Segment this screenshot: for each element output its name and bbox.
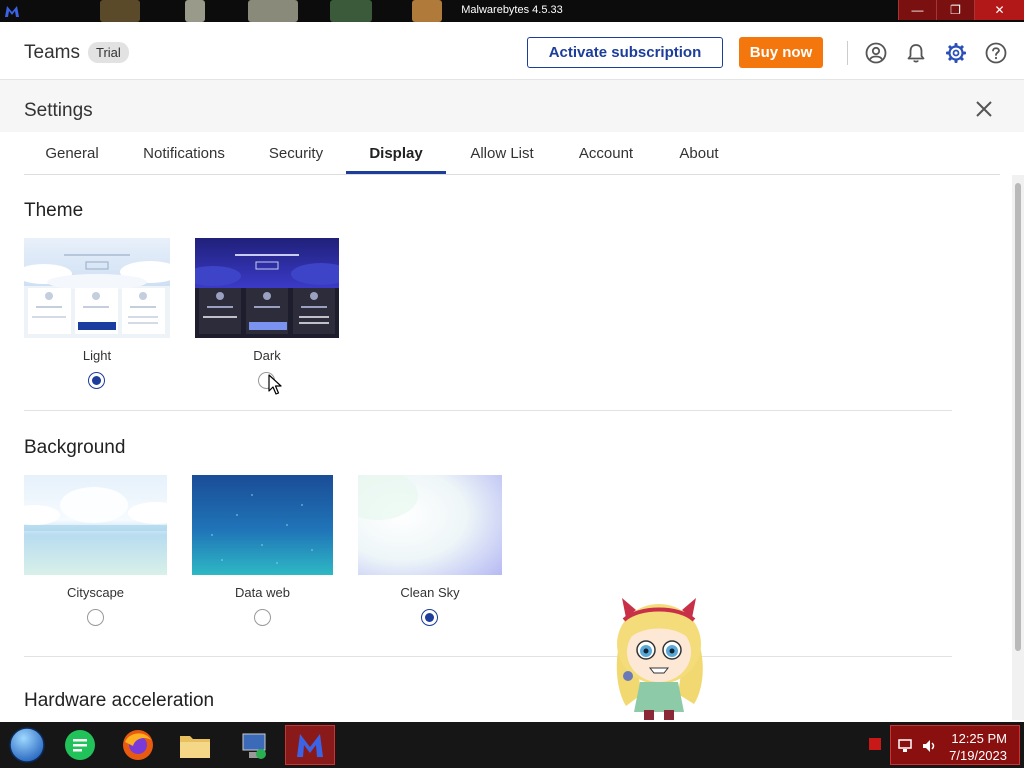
notes-app-icon	[65, 730, 95, 760]
active-tab-indicator	[346, 171, 446, 174]
tray-alert-icon[interactable]	[869, 738, 881, 750]
window-title: Malwarebytes 4.5.33	[461, 4, 563, 16]
scrollbar-thumb[interactable]	[1015, 183, 1021, 651]
theme-light-label: Light	[82, 348, 112, 363]
mouse-cursor-icon	[268, 374, 282, 395]
malwarebytes-icon	[297, 734, 323, 757]
tab-allow-list[interactable]: Allow List	[454, 132, 550, 174]
taskbar-network-app[interactable]	[229, 725, 279, 765]
hardware-acceleration-title: Hardware acceleration	[24, 690, 215, 711]
minimize-button[interactable]: —	[898, 0, 936, 20]
tab-general[interactable]: General	[24, 132, 120, 174]
clock-date[interactable]: 7/19/2023	[949, 748, 1007, 763]
background-data-web-radio[interactable]	[254, 609, 271, 626]
activate-subscription-button[interactable]: Activate subscription	[527, 37, 723, 68]
section-divider	[24, 410, 952, 411]
tab-account[interactable]: Account	[564, 132, 648, 174]
trial-badge: Trial	[88, 42, 129, 63]
header-separator	[847, 41, 848, 65]
background-data-web-thumbnail[interactable]	[192, 475, 333, 575]
system-tray: 12:25 PM 7/19/2023	[890, 725, 1020, 765]
gear-icon[interactable]	[945, 42, 967, 64]
close-settings-icon[interactable]	[974, 99, 994, 119]
app-header: Teams Trial Activate subscription Buy no…	[0, 22, 1024, 80]
settings-tabs: General Notifications Security Display A…	[24, 132, 1000, 175]
volume-icon[interactable]	[921, 738, 937, 754]
close-window-button[interactable]: ✕	[974, 0, 1024, 20]
start-orb-icon	[9, 727, 45, 763]
display-settings-panel: Theme Light Dark Background Cityscape Da…	[0, 175, 1012, 720]
tab-notifications[interactable]: Notifications	[130, 132, 238, 174]
settings-title: Settings	[24, 100, 93, 121]
firefox-icon	[123, 730, 153, 760]
section-divider	[24, 656, 952, 657]
window-controls: — ❐ ✕	[898, 0, 1024, 22]
buy-now-button[interactable]: Buy now	[739, 37, 823, 68]
background-clean-sky-radio[interactable]	[421, 609, 438, 626]
taskbar-firefox[interactable]	[113, 725, 163, 765]
background-cityscape-thumbnail[interactable]	[24, 475, 167, 575]
tab-display[interactable]: Display	[346, 132, 446, 174]
background-data-web-label: Data web	[235, 585, 290, 600]
background-section-title: Background	[24, 437, 126, 458]
theme-light-thumbnail[interactable]	[24, 238, 170, 338]
background-cityscape-label: Cityscape	[66, 585, 125, 600]
theme-light-radio[interactable]	[88, 372, 105, 389]
desktop-mascot-character	[616, 598, 703, 720]
background-clean-sky-thumbnail[interactable]	[358, 475, 502, 575]
bell-icon[interactable]	[905, 42, 927, 64]
network-computer-icon	[242, 733, 266, 759]
clock-time[interactable]: 12:25 PM	[951, 731, 1007, 746]
start-button[interactable]	[2, 725, 52, 765]
brand-title: Teams	[24, 42, 80, 63]
network-icon[interactable]	[897, 738, 913, 754]
tab-security[interactable]: Security	[252, 132, 340, 174]
theme-dark-label: Dark	[253, 348, 281, 363]
maximize-button[interactable]: ❐	[936, 0, 974, 20]
background-clean-sky-label: Clean Sky	[400, 585, 460, 600]
account-icon[interactable]	[865, 42, 887, 64]
content-scrollbar[interactable]	[1012, 175, 1024, 720]
taskbar-malwarebytes[interactable]	[285, 725, 335, 765]
window-titlebar: Malwarebytes 4.5.33 — ❐ ✕	[0, 0, 1024, 22]
theme-dark-thumbnail[interactable]	[195, 238, 339, 338]
theme-section-title: Theme	[24, 200, 84, 221]
taskbar-file-explorer[interactable]	[170, 725, 220, 765]
os-taskbar: 12:25 PM 7/19/2023	[0, 722, 1024, 768]
tab-about[interactable]: About	[664, 132, 734, 174]
help-icon[interactable]	[985, 42, 1007, 64]
folder-icon	[180, 736, 210, 758]
background-cityscape-radio[interactable]	[87, 609, 104, 626]
settings-header: Settings	[0, 80, 1024, 132]
taskbar-notes-app[interactable]	[55, 725, 105, 765]
